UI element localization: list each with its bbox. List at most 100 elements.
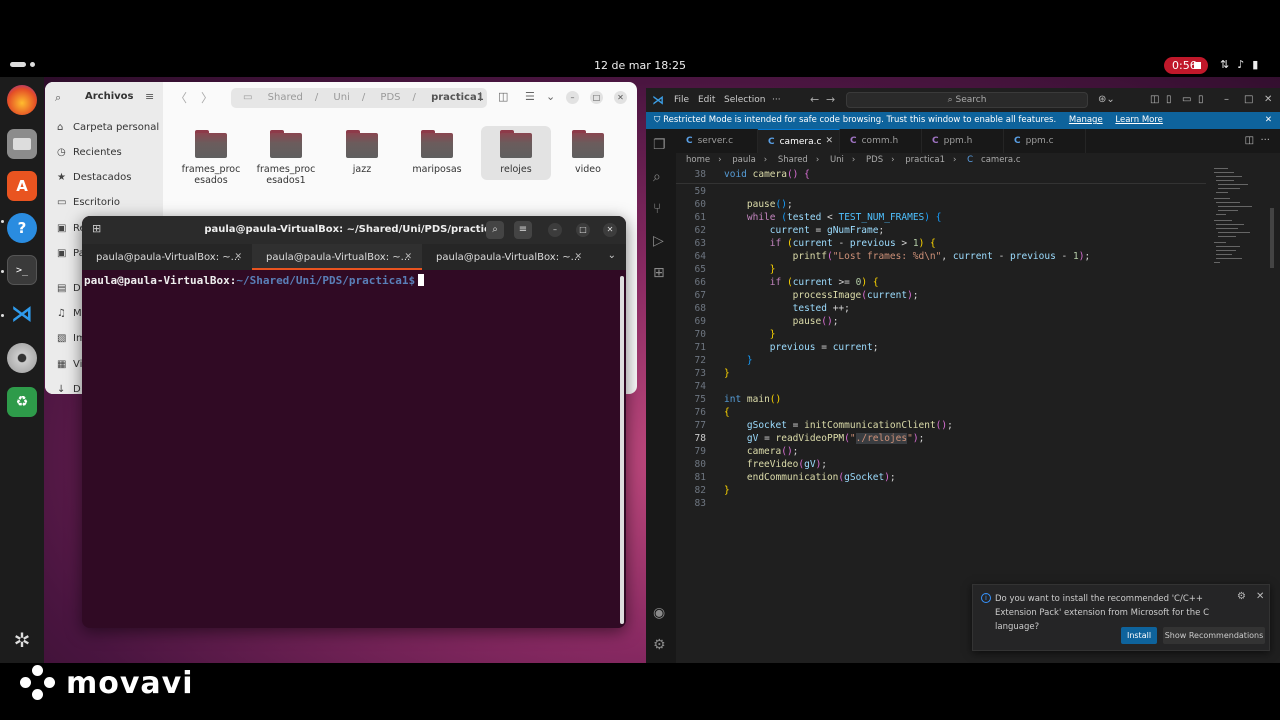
list-view-icon[interactable]: ☰	[525, 90, 535, 103]
firefox-icon[interactable]	[7, 85, 37, 115]
sidebar-item-home[interactable]: ⌂ Carpeta personal	[57, 122, 159, 133]
sort-icon[interactable]: ⌄	[546, 90, 555, 103]
close-icon[interactable]: ✕	[1256, 591, 1264, 602]
path-segment[interactable]: Uni	[333, 92, 349, 103]
tab-ppm-c[interactable]: Cppm.c	[1004, 129, 1086, 153]
menu-icon[interactable]: ≡	[145, 90, 154, 103]
more-actions-icon[interactable]: ···	[1260, 135, 1270, 146]
close-button[interactable]: ✕	[603, 223, 617, 237]
apps-grid-icon[interactable]: ✲	[7, 625, 37, 655]
extensions-icon[interactable]: ⊞	[653, 265, 665, 281]
run-debug-icon[interactable]: ▷	[653, 233, 664, 249]
disc-icon[interactable]	[7, 343, 37, 373]
terminal-titlebar[interactable]: ⊞ paula@paula-VirtualBox: ~/Shared/Uni/P…	[82, 216, 626, 244]
forward-arrow-icon[interactable]: →	[826, 93, 835, 106]
search-icon[interactable]: ⌕	[653, 169, 661, 185]
search-icon[interactable]: ⌕	[486, 221, 504, 239]
explorer-icon[interactable]: ❐	[653, 137, 666, 153]
minimap[interactable]	[1212, 168, 1262, 288]
menu-edit[interactable]: Edit	[698, 95, 715, 105]
files-icon[interactable]	[7, 129, 37, 159]
help-icon[interactable]: ?	[7, 213, 37, 243]
toggle-sidebar-icon[interactable]: ▯	[1166, 94, 1172, 105]
source-control-icon[interactable]: ⑂	[653, 201, 661, 217]
show-recommendations-button[interactable]: Show Recommendations	[1163, 627, 1265, 644]
path-segment[interactable]: Shared	[268, 92, 303, 103]
maximize-button[interactable]: □	[590, 91, 603, 104]
minimize-button[interactable]: –	[566, 91, 579, 104]
back-icon[interactable]: 〈	[175, 89, 187, 106]
close-button[interactable]: ✕	[614, 91, 627, 104]
code-editor[interactable]: 58 } 59 60 pause(); 61 while (tested < T…	[676, 168, 1206, 608]
sidebar-item-documents[interactable]: ▤ D	[57, 283, 81, 294]
minimize-button[interactable]: –	[548, 223, 562, 237]
close-tab-icon[interactable]: ✕	[574, 252, 582, 262]
account-icon[interactable]: ◉	[653, 605, 665, 621]
editor-actions[interactable]: ◫ ···	[1245, 135, 1270, 146]
trash-icon[interactable]: ♻	[7, 387, 37, 417]
sidebar-item-starred[interactable]: ★ Destacados	[57, 172, 131, 183]
editor-scrollbar[interactable]	[1270, 208, 1274, 268]
menu-more[interactable]: ···	[772, 95, 781, 105]
tab-camera-c[interactable]: Ccamera.c ✕	[758, 129, 840, 153]
folder-item-selected[interactable]: relojes	[481, 126, 551, 180]
folder-item[interactable]: jazz	[327, 126, 397, 175]
menu-file[interactable]: File	[674, 95, 689, 105]
maximize-button[interactable]: □	[1244, 94, 1253, 105]
maximize-button[interactable]: □	[576, 223, 590, 237]
system-tray[interactable]: ⇅ ♪ ▮	[1220, 58, 1258, 71]
tab-ppm-h[interactable]: Cppm.h	[922, 129, 1004, 153]
learn-more-link[interactable]: Learn More	[1115, 115, 1163, 125]
menu-selection[interactable]: Selection	[724, 95, 765, 105]
copilot-icon[interactable]: ⊛⌄	[1098, 94, 1115, 105]
sidebar-item-music[interactable]: ♫ M	[57, 308, 82, 319]
path-bar[interactable]: ▭ Shared / Uni / PDS / practica1	[231, 88, 487, 108]
close-button[interactable]: ✕	[1264, 94, 1272, 105]
tabs-dropdown-icon[interactable]: ⌄	[608, 250, 616, 261]
scrollbar[interactable]	[620, 276, 624, 624]
terminal-output[interactable]: paula@paula-VirtualBox:~/Shared/Uni/PDS/…	[84, 274, 425, 287]
minimize-button[interactable]: –	[1224, 94, 1229, 105]
close-icon[interactable]: ✕	[1265, 112, 1272, 129]
clock[interactable]: 12 de mar 18:25	[0, 59, 1280, 72]
path-segment[interactable]: PDS	[380, 92, 400, 103]
terminal-tab[interactable]: paula@paula-VirtualBox: ~... ✕	[422, 244, 592, 270]
tab-server-c[interactable]: Cserver.c	[676, 129, 758, 153]
folder-item[interactable]: mariposas	[402, 126, 472, 175]
close-tab-icon[interactable]: ✕	[404, 252, 412, 262]
sidebar-item-desktop[interactable]: ▭ Escritorio	[57, 197, 120, 208]
split-editor-icon[interactable]: ◫	[1245, 135, 1254, 146]
terminal-tab-active[interactable]: paula@paula-VirtualBox: ~... ✕	[252, 244, 422, 270]
forward-icon[interactable]: 〉	[201, 89, 213, 106]
sidebar-item-videos[interactable]: ▦ Vi	[57, 359, 82, 370]
sidebar-item[interactable]: ▣ Pa	[57, 248, 85, 259]
install-button[interactable]: Install	[1121, 627, 1157, 644]
terminal-icon[interactable]: >_	[7, 255, 37, 285]
recording-indicator[interactable]: 0:56	[1164, 57, 1208, 74]
view-options-icon[interactable]: ◫	[498, 90, 508, 103]
folder-item[interactable]: frames_proc esados1	[251, 126, 321, 186]
tab-comm-h[interactable]: Ccomm.h	[840, 129, 922, 153]
folder-item[interactable]: frames_proc esados	[176, 126, 246, 186]
back-arrow-icon[interactable]: ←	[810, 93, 819, 106]
more-options-icon[interactable]: ⋮	[475, 90, 486, 103]
close-tab-icon[interactable]: ✕	[234, 252, 242, 262]
close-tab-icon[interactable]: ✕	[825, 136, 833, 146]
menu-icon[interactable]: ≡	[514, 221, 532, 239]
breadcrumb[interactable]: home › paula › Shared › Uni › PDS › practica1…	[686, 155, 1029, 165]
manage-link[interactable]: Manage	[1069, 115, 1103, 125]
sticky-scroll-line[interactable]: 38 void camera() {	[676, 168, 1206, 184]
folder-item[interactable]: video	[553, 126, 623, 175]
vscode-icon[interactable]: ⋊	[7, 299, 37, 329]
gear-icon[interactable]: ⚙	[1237, 591, 1246, 602]
toggle-panel-icon[interactable]: ▭	[1182, 94, 1191, 105]
command-center-search[interactable]: ⌕ Search	[846, 92, 1088, 108]
search-icon[interactable]: ⌕	[55, 91, 61, 105]
appcenter-icon[interactable]: A	[7, 171, 37, 201]
sidebar-item-recent[interactable]: ◷ Recientes	[57, 147, 122, 158]
toggle-secondary-sidebar-icon[interactable]: ▯	[1198, 94, 1204, 105]
layout-icon[interactable]: ◫	[1150, 94, 1159, 105]
settings-gear-icon[interactable]: ⚙	[653, 637, 666, 653]
terminal-tab[interactable]: paula@paula-VirtualBox: ~... ✕	[82, 244, 252, 270]
sidebar-item-downloads[interactable]: ↓ D	[57, 384, 81, 394]
